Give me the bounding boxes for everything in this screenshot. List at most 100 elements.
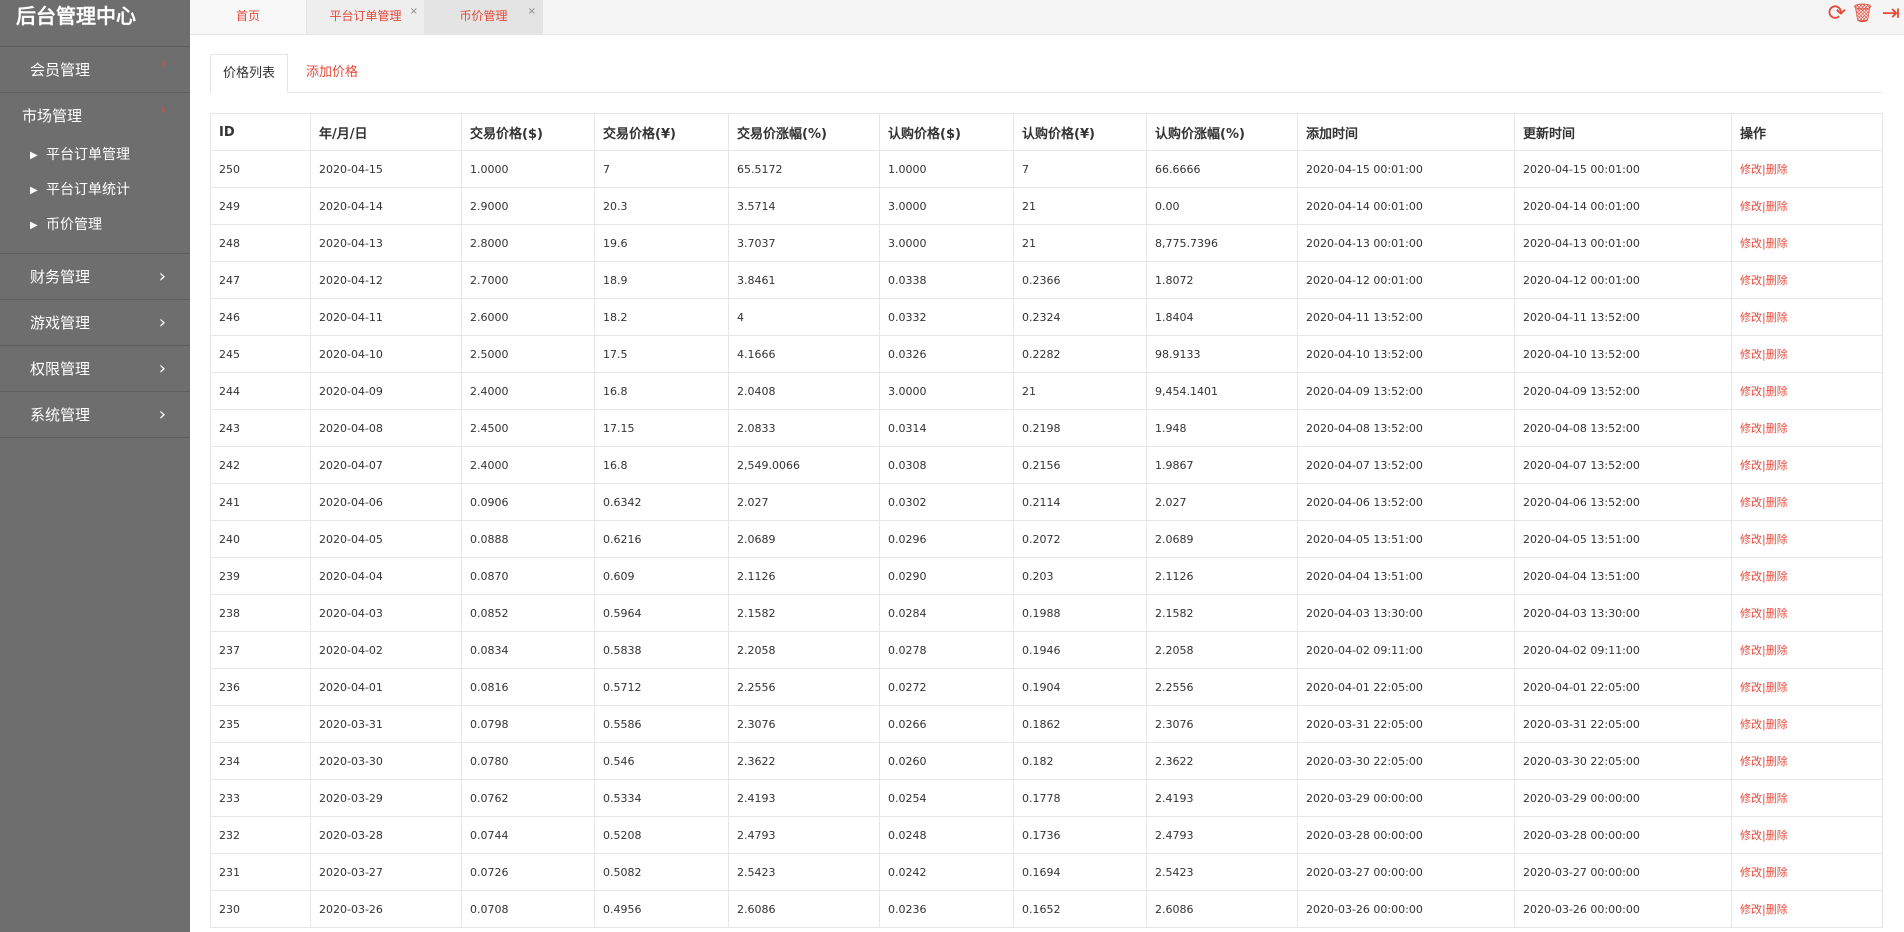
table-cell: 2020-04-04 13:51:00 [1297, 557, 1515, 595]
delete-link[interactable]: 删除 [1766, 570, 1788, 583]
table-cell: 0.0332 [879, 298, 1014, 336]
refresh-icon[interactable]: ⟳ [1828, 0, 1846, 28]
delete-link[interactable]: 删除 [1766, 385, 1788, 398]
tab-price-list[interactable]: 价格列表 [210, 54, 289, 93]
close-icon[interactable]: × [410, 0, 418, 28]
edit-link[interactable]: 修改 [1740, 422, 1762, 435]
table-cell: 2.2058 [1146, 631, 1298, 669]
row-actions: 修改|删除 [1731, 631, 1883, 669]
trash-icon[interactable]: 🗑 [1851, 0, 1874, 28]
table-cell: 2.6086 [1146, 890, 1298, 928]
edit-link[interactable]: 修改 [1740, 829, 1762, 842]
delete-link[interactable]: 删除 [1766, 718, 1788, 731]
row-actions: 修改|删除 [1731, 224, 1883, 262]
delete-link[interactable]: 删除 [1766, 792, 1788, 805]
table-row: 244 2020-04-09 2.4000 16.8 2.0408 3.0000 21 9,4… [210, 372, 1883, 410]
delete-link[interactable]: 删除 [1766, 755, 1788, 768]
table-cell: 2.0689 [1146, 520, 1298, 558]
table-cell: 2.2556 [728, 668, 880, 706]
table-cell: 239 [210, 557, 311, 595]
sidebar-item-label: 游戏管理 [30, 314, 91, 332]
table-row: 231 2020-03-27 0.0726 0.5082 2.5423 0.0242 0.1… [210, 853, 1883, 891]
logout-icon[interactable]: ⇥ [1882, 0, 1900, 28]
chevron-right-icon: › [158, 312, 166, 333]
edit-link[interactable]: 修改 [1740, 644, 1762, 657]
table-cell: 2.0689 [728, 520, 880, 558]
table-cell: 1.8072 [1146, 261, 1298, 299]
delete-link[interactable]: 删除 [1766, 459, 1788, 472]
top-tab-bar: 首页 平台订单管理 × 币价管理 × ⟳ 🗑 ⇥ [190, 0, 1904, 35]
table-cell: 0.0260 [879, 742, 1014, 780]
delete-link[interactable]: 删除 [1766, 866, 1788, 879]
table-cell: 0.0242 [879, 853, 1014, 891]
sidebar-subitem-coin-price[interactable]: ▶ 币价管理 [0, 208, 190, 243]
sidebar-item-label: 权限管理 [30, 360, 91, 378]
delete-link[interactable]: 删除 [1766, 163, 1788, 176]
edit-link[interactable]: 修改 [1740, 237, 1762, 250]
delete-link[interactable]: 删除 [1766, 496, 1788, 509]
edit-link[interactable]: 修改 [1740, 385, 1762, 398]
delete-link[interactable]: 删除 [1766, 829, 1788, 842]
table-cell: 20.3 [594, 187, 729, 225]
delete-link[interactable]: 删除 [1766, 200, 1788, 213]
edit-link[interactable]: 修改 [1740, 348, 1762, 361]
tab-platform-orders[interactable]: 平台订单管理 × [307, 0, 425, 34]
tab-add-price[interactable]: 添加价格 [294, 54, 370, 91]
edit-link[interactable]: 修改 [1740, 903, 1762, 916]
table-cell: 0.609 [594, 557, 729, 595]
delete-link[interactable]: 删除 [1766, 681, 1788, 694]
table-cell: 0.0906 [461, 483, 595, 521]
table-cell: 0.00 [1146, 187, 1298, 225]
table-row: 247 2020-04-12 2.7000 18.9 3.8461 0.0338 0.236… [210, 261, 1883, 299]
delete-link[interactable]: 删除 [1766, 311, 1788, 324]
edit-link[interactable]: 修改 [1740, 866, 1762, 879]
close-icon[interactable]: × [528, 0, 536, 28]
edit-link[interactable]: 修改 [1740, 311, 1762, 324]
edit-link[interactable]: 修改 [1740, 274, 1762, 287]
sidebar-item-system[interactable]: 系统管理 › [0, 392, 190, 438]
sidebar-item-finance[interactable]: 财务管理 › [0, 254, 190, 300]
table-row: 237 2020-04-02 0.0834 0.5838 2.2058 0.0278 0.1… [210, 631, 1883, 669]
table-cell: 245 [210, 335, 311, 373]
table-cell: 246 [210, 298, 311, 336]
sidebar-item-market[interactable]: 市场管理 › [0, 93, 190, 138]
sidebar-item-games[interactable]: 游戏管理 › [0, 300, 190, 346]
delete-link[interactable]: 删除 [1766, 607, 1788, 620]
table-cell: 2020-04-12 [310, 261, 462, 299]
edit-link[interactable]: 修改 [1740, 496, 1762, 509]
table-cell: 2020-03-31 [310, 705, 462, 743]
sidebar-item-label: 市场管理 [22, 107, 83, 125]
tab-home[interactable]: 首页 [190, 0, 307, 34]
delete-link[interactable]: 删除 [1766, 237, 1788, 250]
edit-link[interactable]: 修改 [1740, 163, 1762, 176]
edit-link[interactable]: 修改 [1740, 792, 1762, 805]
sidebar-subitem-order-stats[interactable]: ▶ 平台订单统计 [0, 173, 190, 208]
tab-coin-price[interactable]: 币价管理 × [425, 0, 543, 34]
edit-link[interactable]: 修改 [1740, 607, 1762, 620]
sidebar-subitem-platform-orders[interactable]: ▶ 平台订单管理 [0, 138, 190, 173]
delete-link[interactable]: 删除 [1766, 422, 1788, 435]
edit-link[interactable]: 修改 [1740, 200, 1762, 213]
edit-link[interactable]: 修改 [1740, 533, 1762, 546]
table-cell: 2020-03-30 22:05:00 [1297, 742, 1515, 780]
table-cell: 0.2366 [1013, 261, 1147, 299]
edit-link[interactable]: 修改 [1740, 755, 1762, 768]
table-cell: 0.1904 [1013, 668, 1147, 706]
delete-link[interactable]: 删除 [1766, 533, 1788, 546]
table-cell: 2.0408 [728, 372, 880, 410]
sidebar-item-permissions[interactable]: 权限管理 › [0, 346, 190, 392]
delete-link[interactable]: 删除 [1766, 348, 1788, 361]
edit-link[interactable]: 修改 [1740, 459, 1762, 472]
edit-link[interactable]: 修改 [1740, 718, 1762, 731]
delete-link[interactable]: 删除 [1766, 903, 1788, 916]
delete-link[interactable]: 删除 [1766, 274, 1788, 287]
edit-link[interactable]: 修改 [1740, 681, 1762, 694]
delete-link[interactable]: 删除 [1766, 644, 1788, 657]
table-cell: 248 [210, 224, 311, 262]
table-cell: 2020-04-09 13:52:00 [1514, 372, 1732, 410]
table-cell: 2.4000 [461, 372, 595, 410]
edit-link[interactable]: 修改 [1740, 570, 1762, 583]
table-cell: 16.8 [594, 372, 729, 410]
table-cell: 2020-03-28 00:00:00 [1297, 816, 1515, 854]
table-cell: 8,775.7396 [1146, 224, 1298, 262]
